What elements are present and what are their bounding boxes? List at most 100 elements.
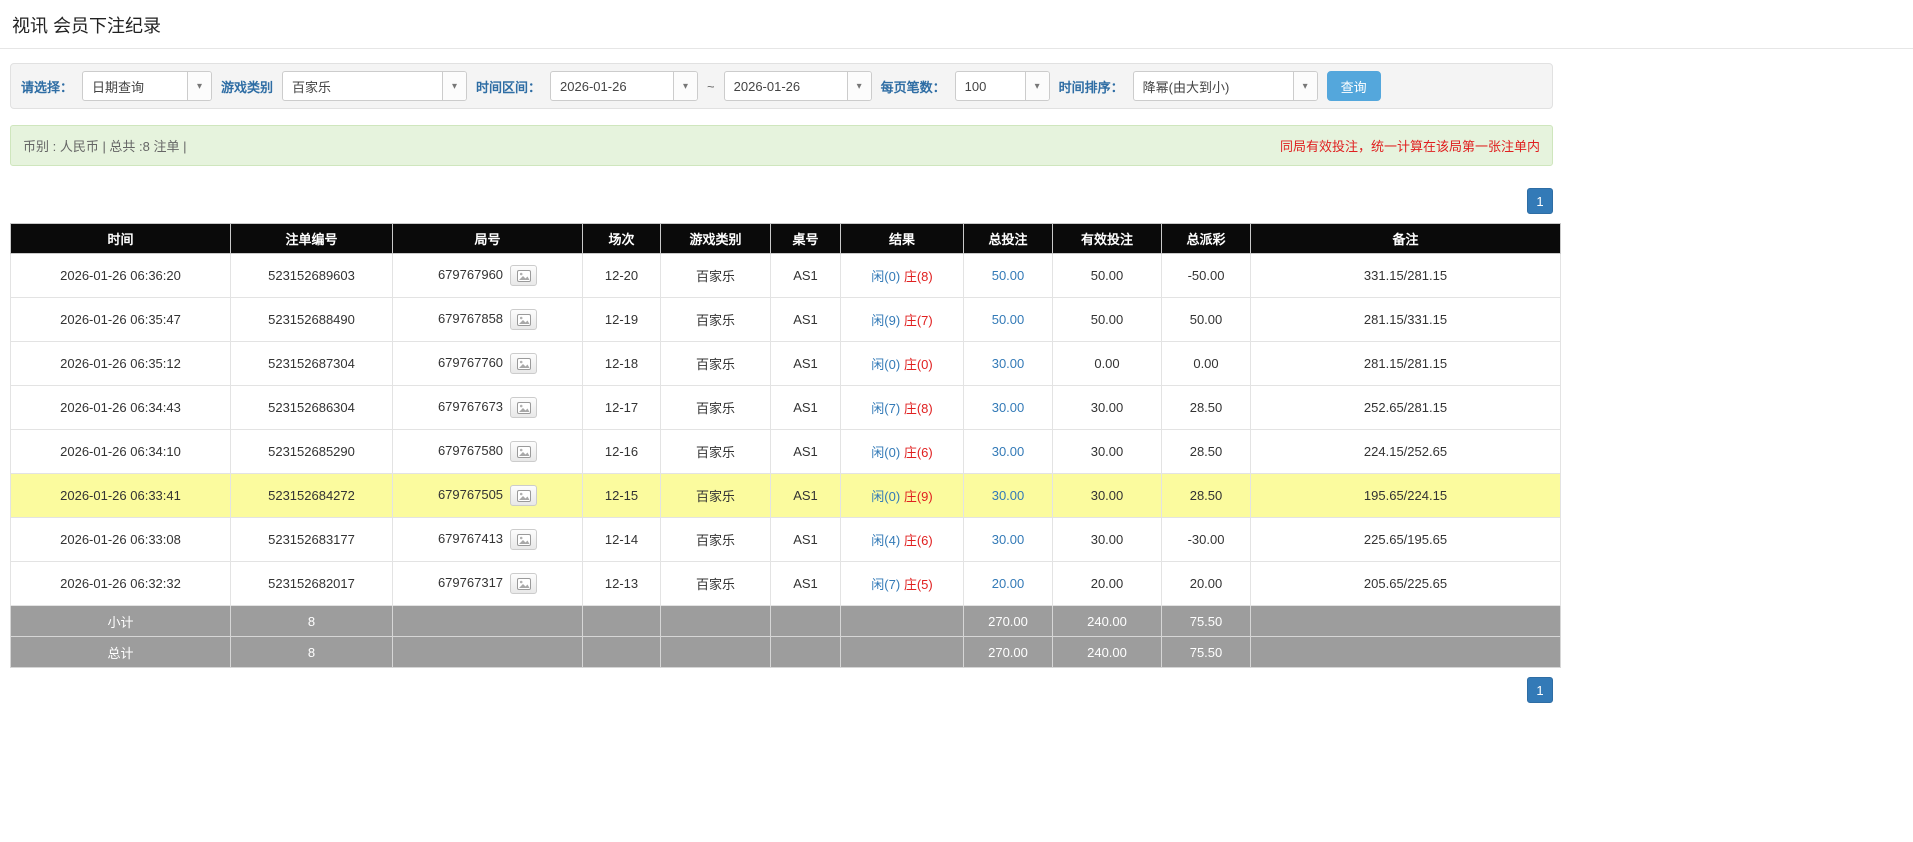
chevron-down-icon[interactable]: ▾ [673,72,698,100]
round-record-button[interactable] [510,353,538,374]
game-type-select[interactable]: 百家乐 ▾ [282,71,468,101]
header-game-type: 游戏类别 [660,223,771,254]
round-id-text: 679767673 [437,398,504,414]
round-record-button[interactable] [510,309,538,330]
record-image-icon [516,445,531,458]
cell-time: 2026-01-26 06:34:10 [10,429,231,474]
result-player: 闲(0) [871,489,901,504]
per-page-select[interactable]: 100 ▾ [954,71,1050,101]
cell-total-bet: 30.00 [963,429,1053,474]
cell-game-type: 百家乐 [660,429,771,474]
cell-bet-id: 523152682017 [230,561,393,606]
records-table: 时间 注单编号 局号 场次 游戏类别 桌号 结果 总投注 有效投注 总派彩 备注… [10,223,1561,668]
cell-total-bet: 30.00 [963,341,1053,386]
round-record-button[interactable] [510,529,538,550]
footer-empty-cell [840,605,964,637]
chevron-down-icon[interactable]: ▾ [442,72,467,100]
total-bet-link[interactable]: 50.00 [992,312,1025,327]
total-bet-link[interactable]: 50.00 [992,268,1025,283]
round-record-button[interactable] [510,397,538,418]
round-record-button[interactable] [510,485,538,506]
sort-order-label: 时间排序： [1058,79,1124,95]
result-banker: 庄(6) [903,445,933,460]
footer-empty-cell [582,605,661,637]
round-record-button[interactable] [510,265,538,286]
table-row: 2026-01-26 06:33:41 523152684272 6797675… [10,473,1561,518]
page-button[interactable]: 1 [1527,188,1553,214]
header-result: 结果 [840,223,964,254]
footer-empty-cell [1250,605,1561,637]
header-payout: 总派彩 [1161,223,1251,254]
cell-table-no: AS1 [770,385,841,430]
round-id-text: 679767505 [437,486,504,502]
chevron-down-icon[interactable]: ▾ [187,72,212,100]
footer-empty-cell [582,636,661,668]
cell-remark: 281.15/281.15 [1250,341,1561,386]
filter-bar: 请选择： 日期查询 ▾ 游戏类别 百家乐 ▾ 时间区间： 2026-01-26 … [10,63,1553,109]
round-record-button[interactable] [510,573,538,594]
cell-time: 2026-01-26 06:36:20 [10,253,231,298]
result-banker: 庄(9) [903,489,933,504]
cell-result: 闲(0) 庄(0) [840,341,964,386]
cell-valid-bet: 30.00 [1052,473,1162,518]
round-record-button[interactable] [510,441,538,462]
date-to-select[interactable]: 2026-01-26 ▾ [723,71,872,101]
cell-session: 12-14 [582,517,661,562]
total-bet-link[interactable]: 20.00 [992,576,1025,591]
footer-empty-cell [840,636,964,668]
date-from-select[interactable]: 2026-01-26 ▾ [550,71,699,101]
per-page-label: 每页笔数： [880,79,946,95]
cell-remark: 225.65/195.65 [1250,517,1561,562]
cell-round-id: 679767505 [392,473,583,518]
cell-valid-bet: 50.00 [1052,297,1162,342]
total-total-bet: 270.00 [963,636,1053,668]
total-bet-link[interactable]: 30.00 [992,488,1025,503]
header-round-id: 局号 [392,223,583,254]
cell-round-id: 679767673 [392,385,583,430]
cell-result: 闲(0) 庄(9) [840,473,964,518]
subtotal-count: 8 [230,605,393,637]
cell-bet-id: 523152683177 [230,517,393,562]
page-button[interactable]: 1 [1527,677,1553,703]
query-button[interactable]: 查询 [1326,71,1381,101]
chevron-down-icon[interactable]: ▾ [1292,72,1317,100]
subtotal-row: 小计 8 270.00 240.00 75.50 [10,605,1561,637]
cell-round-id: 679767580 [392,429,583,474]
cell-valid-bet: 20.00 [1052,561,1162,606]
total-payout: 75.50 [1161,636,1251,668]
total-bet-link[interactable]: 30.00 [992,400,1025,415]
table-row: 2026-01-26 06:35:47 523152688490 6797678… [10,297,1561,342]
cell-bet-id: 523152684272 [230,473,393,518]
cell-session: 12-15 [582,473,661,518]
record-image-icon [516,357,531,370]
total-bet-link[interactable]: 30.00 [992,444,1025,459]
chevron-down-icon[interactable]: ▾ [846,72,871,100]
date-mode-select[interactable]: 日期查询 ▾ [82,71,213,101]
header-time: 时间 [10,223,231,254]
cell-total-bet: 30.00 [963,473,1053,518]
cell-result: 闲(0) 庄(8) [840,253,964,298]
sort-order-select[interactable]: 降幂(由大到小) ▾ [1132,71,1318,101]
round-id-text: 679767413 [437,530,504,546]
chevron-down-icon[interactable]: ▾ [1024,72,1049,100]
total-bet-link[interactable]: 30.00 [992,532,1025,547]
total-bet-link[interactable]: 30.00 [992,356,1025,371]
cell-valid-bet: 30.00 [1052,429,1162,474]
footer-empty-cell [1250,636,1561,668]
cell-bet-id: 523152687304 [230,341,393,386]
cell-result: 闲(4) 庄(6) [840,517,964,562]
result-banker: 庄(7) [903,313,933,328]
cell-time: 2026-01-26 06:35:12 [10,341,231,386]
result-player: 闲(0) [871,269,901,284]
cell-result: 闲(9) 庄(7) [840,297,964,342]
game-type-label: 游戏类别 [221,79,274,95]
record-image-icon [516,533,531,546]
cell-bet-id: 523152688490 [230,297,393,342]
cell-bet-id: 523152689603 [230,253,393,298]
cell-valid-bet: 30.00 [1052,517,1162,562]
pagination-top: 1 [10,188,1553,214]
cell-round-id: 679767760 [392,341,583,386]
header-bet-id: 注单编号 [230,223,393,254]
range-separator: ~ [707,78,715,94]
currency-summary: 币别 : 人民币 | 总共 :8 注单 | [23,139,187,154]
